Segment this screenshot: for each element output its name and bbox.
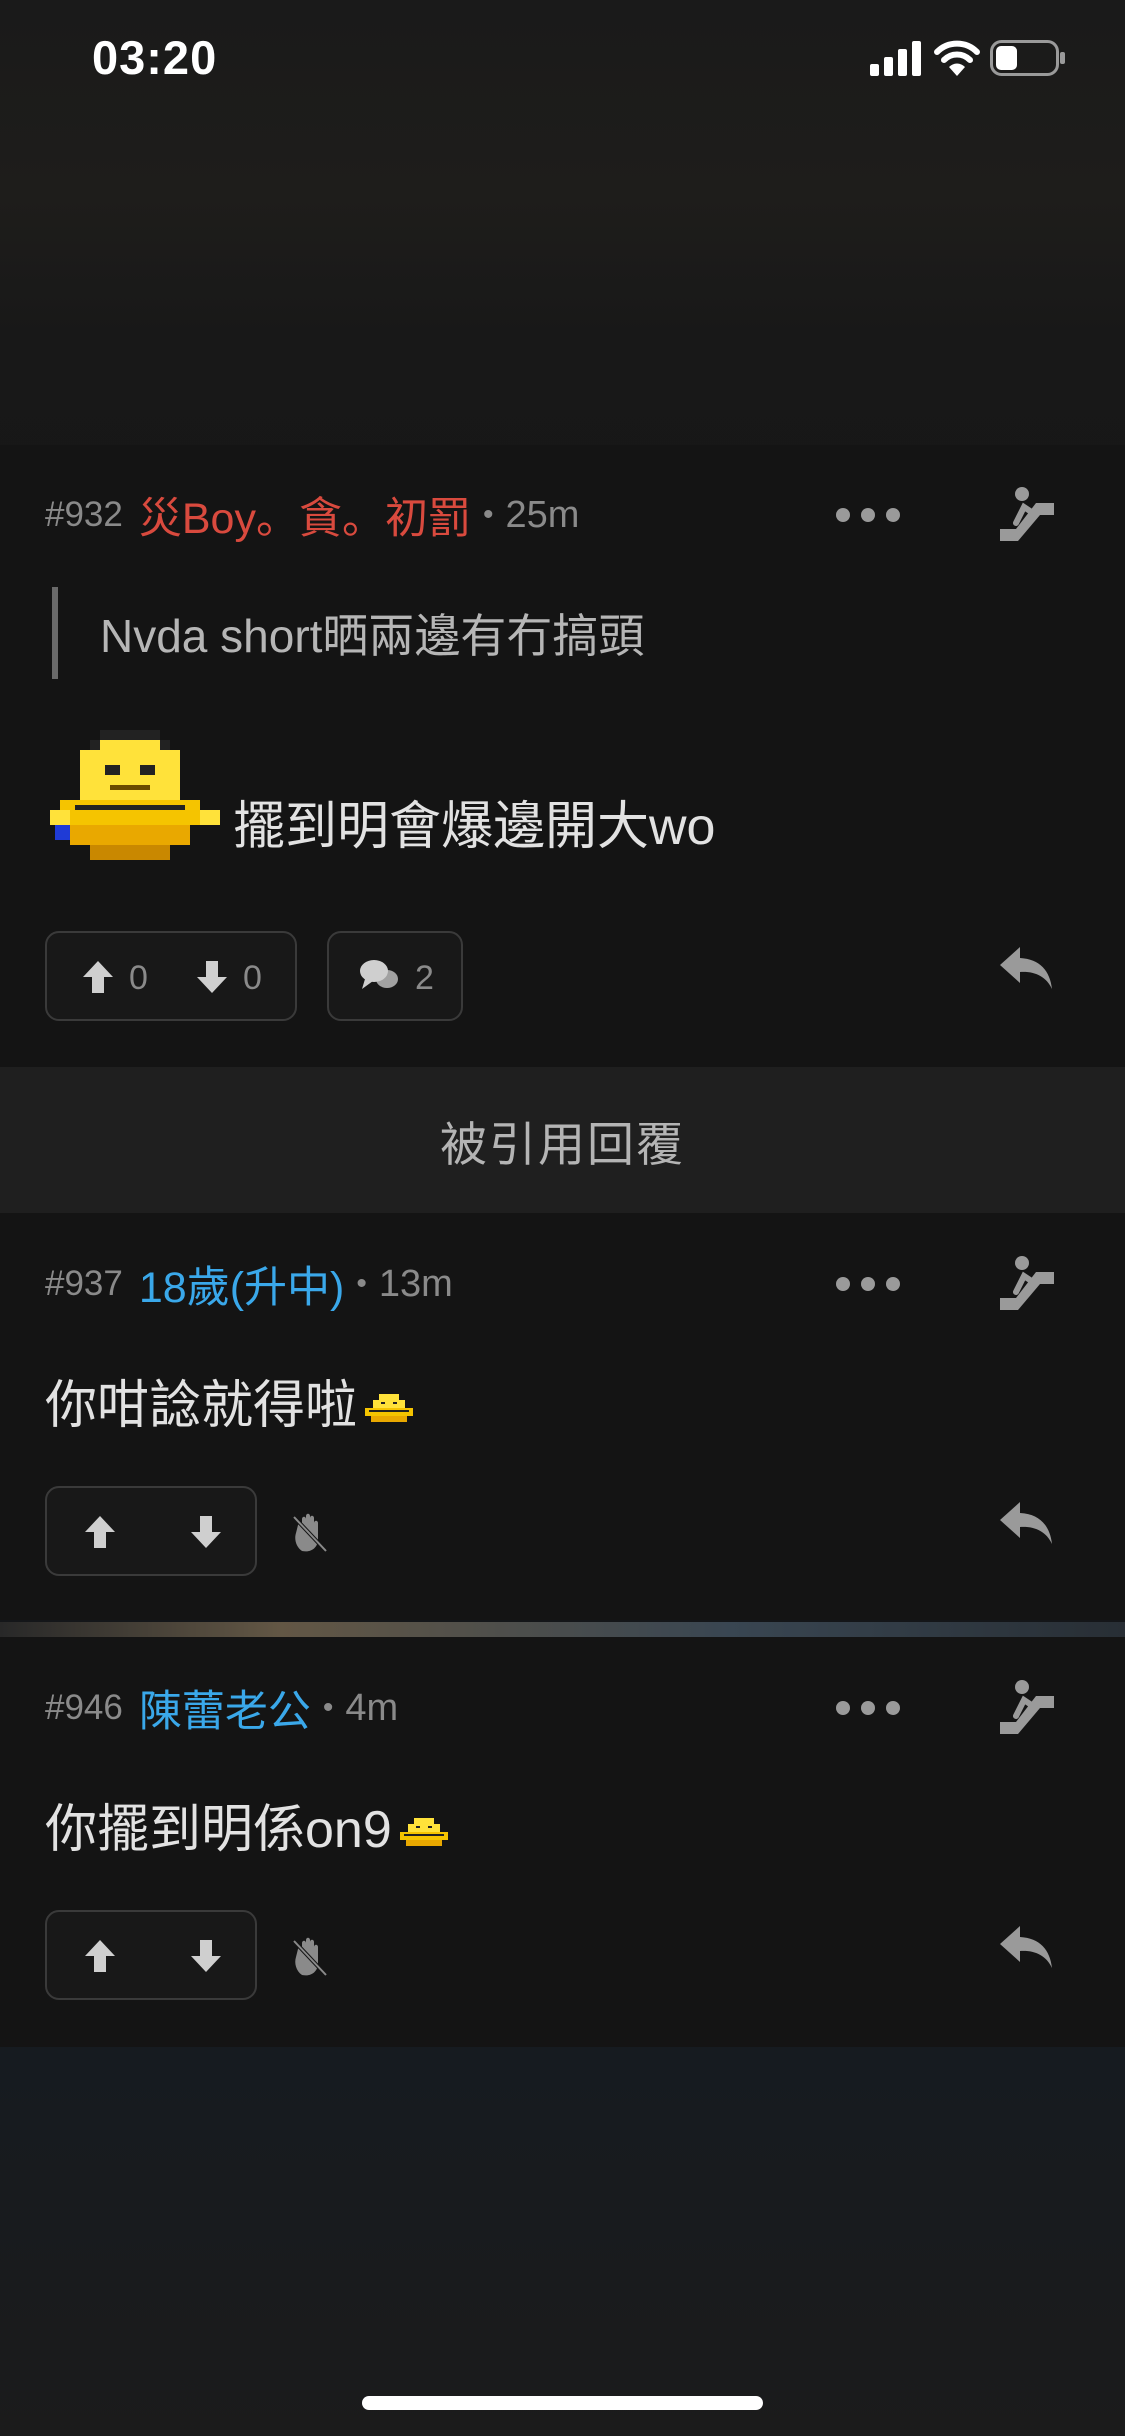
- downvote-icon[interactable]: [189, 1938, 223, 1974]
- downvote-icon[interactable]: [189, 1514, 223, 1550]
- more-dot: [886, 508, 900, 522]
- reply-post: #932 災Boy。貪。初罰 • 25m Nvda short晒兩邊有冇搞頭 擺…: [0, 445, 1125, 1067]
- more-dot: [886, 1701, 900, 1715]
- username[interactable]: 陳蕾老公: [139, 1677, 311, 1739]
- vote-box: 0 0: [45, 931, 297, 1021]
- upvote-icon[interactable]: [83, 1938, 117, 1974]
- status-time: 03:20: [92, 31, 218, 84]
- quoted-text: Nvda short晒兩邊有冇搞頭: [52, 587, 644, 679]
- reply-icon[interactable]: [996, 943, 1056, 993]
- post-content: 你咁諗就得啦: [45, 1363, 419, 1438]
- status-bar: 03:20: [0, 0, 1125, 120]
- cellular-signal-icon: [870, 41, 921, 76]
- more-dot: [861, 1277, 875, 1291]
- floor-number: #946: [45, 1688, 123, 1727]
- block-hand-icon[interactable]: [290, 1511, 330, 1555]
- more-dot: [836, 1701, 850, 1715]
- pixel-emoji-icon: [50, 730, 220, 860]
- post-meta: #937 18歲(升中) • 13m: [45, 1254, 453, 1314]
- post-text: 你咁諗就得啦: [45, 1377, 358, 1435]
- escalator-icon[interactable]: [996, 485, 1058, 547]
- more-dot: [836, 508, 850, 522]
- upvote-icon[interactable]: [81, 959, 115, 995]
- post-meta: #932 災Boy。貪。初罰 • 25m: [45, 485, 579, 545]
- escalator-icon[interactable]: [996, 1254, 1058, 1316]
- small-emoji-icon: [399, 1818, 448, 1846]
- vote-box: [45, 1910, 257, 2000]
- wifi-icon: [934, 40, 980, 76]
- post-meta: #946 陳蕾老公 • 4m: [45, 1678, 398, 1738]
- reply-post: #946 陳蕾老公 • 4m 你擺到明係on9: [0, 1637, 1125, 2047]
- username[interactable]: 災Boy。貪。初罰: [139, 484, 471, 546]
- block-hand-icon[interactable]: [290, 1935, 330, 1979]
- reply-icon[interactable]: [996, 1498, 1056, 1548]
- section-divider: [0, 1622, 1125, 1638]
- downvote-count: 0: [243, 959, 262, 997]
- meta-separator: •: [482, 498, 494, 531]
- floor-number: #937: [45, 1264, 123, 1303]
- more-options-button[interactable]: [836, 495, 900, 535]
- reply-icon[interactable]: [996, 1922, 1056, 1972]
- quoted-replies-header: 被引用回覆: [0, 1067, 1125, 1213]
- more-options-button[interactable]: [836, 1264, 900, 1304]
- quote-text: Nvda short晒兩邊有冇搞頭: [100, 610, 645, 662]
- reply-post: #937 18歲(升中) • 13m 你咁諗就得啦: [0, 1213, 1125, 1620]
- post-text: 你擺到明係on9: [45, 1801, 392, 1859]
- small-emoji-icon: [365, 1394, 414, 1422]
- post-time: 13m: [378, 1262, 453, 1305]
- more-dot: [861, 1701, 875, 1715]
- escalator-icon[interactable]: [996, 1678, 1058, 1740]
- vote-box: [45, 1486, 257, 1576]
- floor-number: #932: [45, 495, 123, 534]
- comments-icon: [360, 960, 398, 989]
- more-options-button[interactable]: [836, 1688, 900, 1728]
- post-content: 你擺到明係on9: [45, 1787, 454, 1862]
- upvote-count: 0: [129, 959, 148, 997]
- post-content: 擺到明會爆邊開大wo: [45, 725, 715, 875]
- username[interactable]: 18歲(升中): [139, 1253, 344, 1315]
- battery-icon: [990, 40, 1065, 76]
- more-dot: [836, 1277, 850, 1291]
- post-text: 擺到明會爆邊開大wo: [233, 798, 716, 856]
- post-time: 25m: [505, 493, 580, 536]
- more-dot: [861, 508, 875, 522]
- downvote-icon[interactable]: [195, 959, 229, 995]
- meta-separator: •: [322, 1691, 334, 1724]
- post-time: 4m: [345, 1686, 399, 1729]
- more-dot: [886, 1277, 900, 1291]
- home-indicator[interactable]: [362, 2396, 763, 2410]
- comments-button[interactable]: 2: [327, 931, 463, 1021]
- meta-separator: •: [356, 1267, 367, 1300]
- comment-count: 2: [415, 959, 434, 997]
- upvote-icon[interactable]: [83, 1514, 117, 1550]
